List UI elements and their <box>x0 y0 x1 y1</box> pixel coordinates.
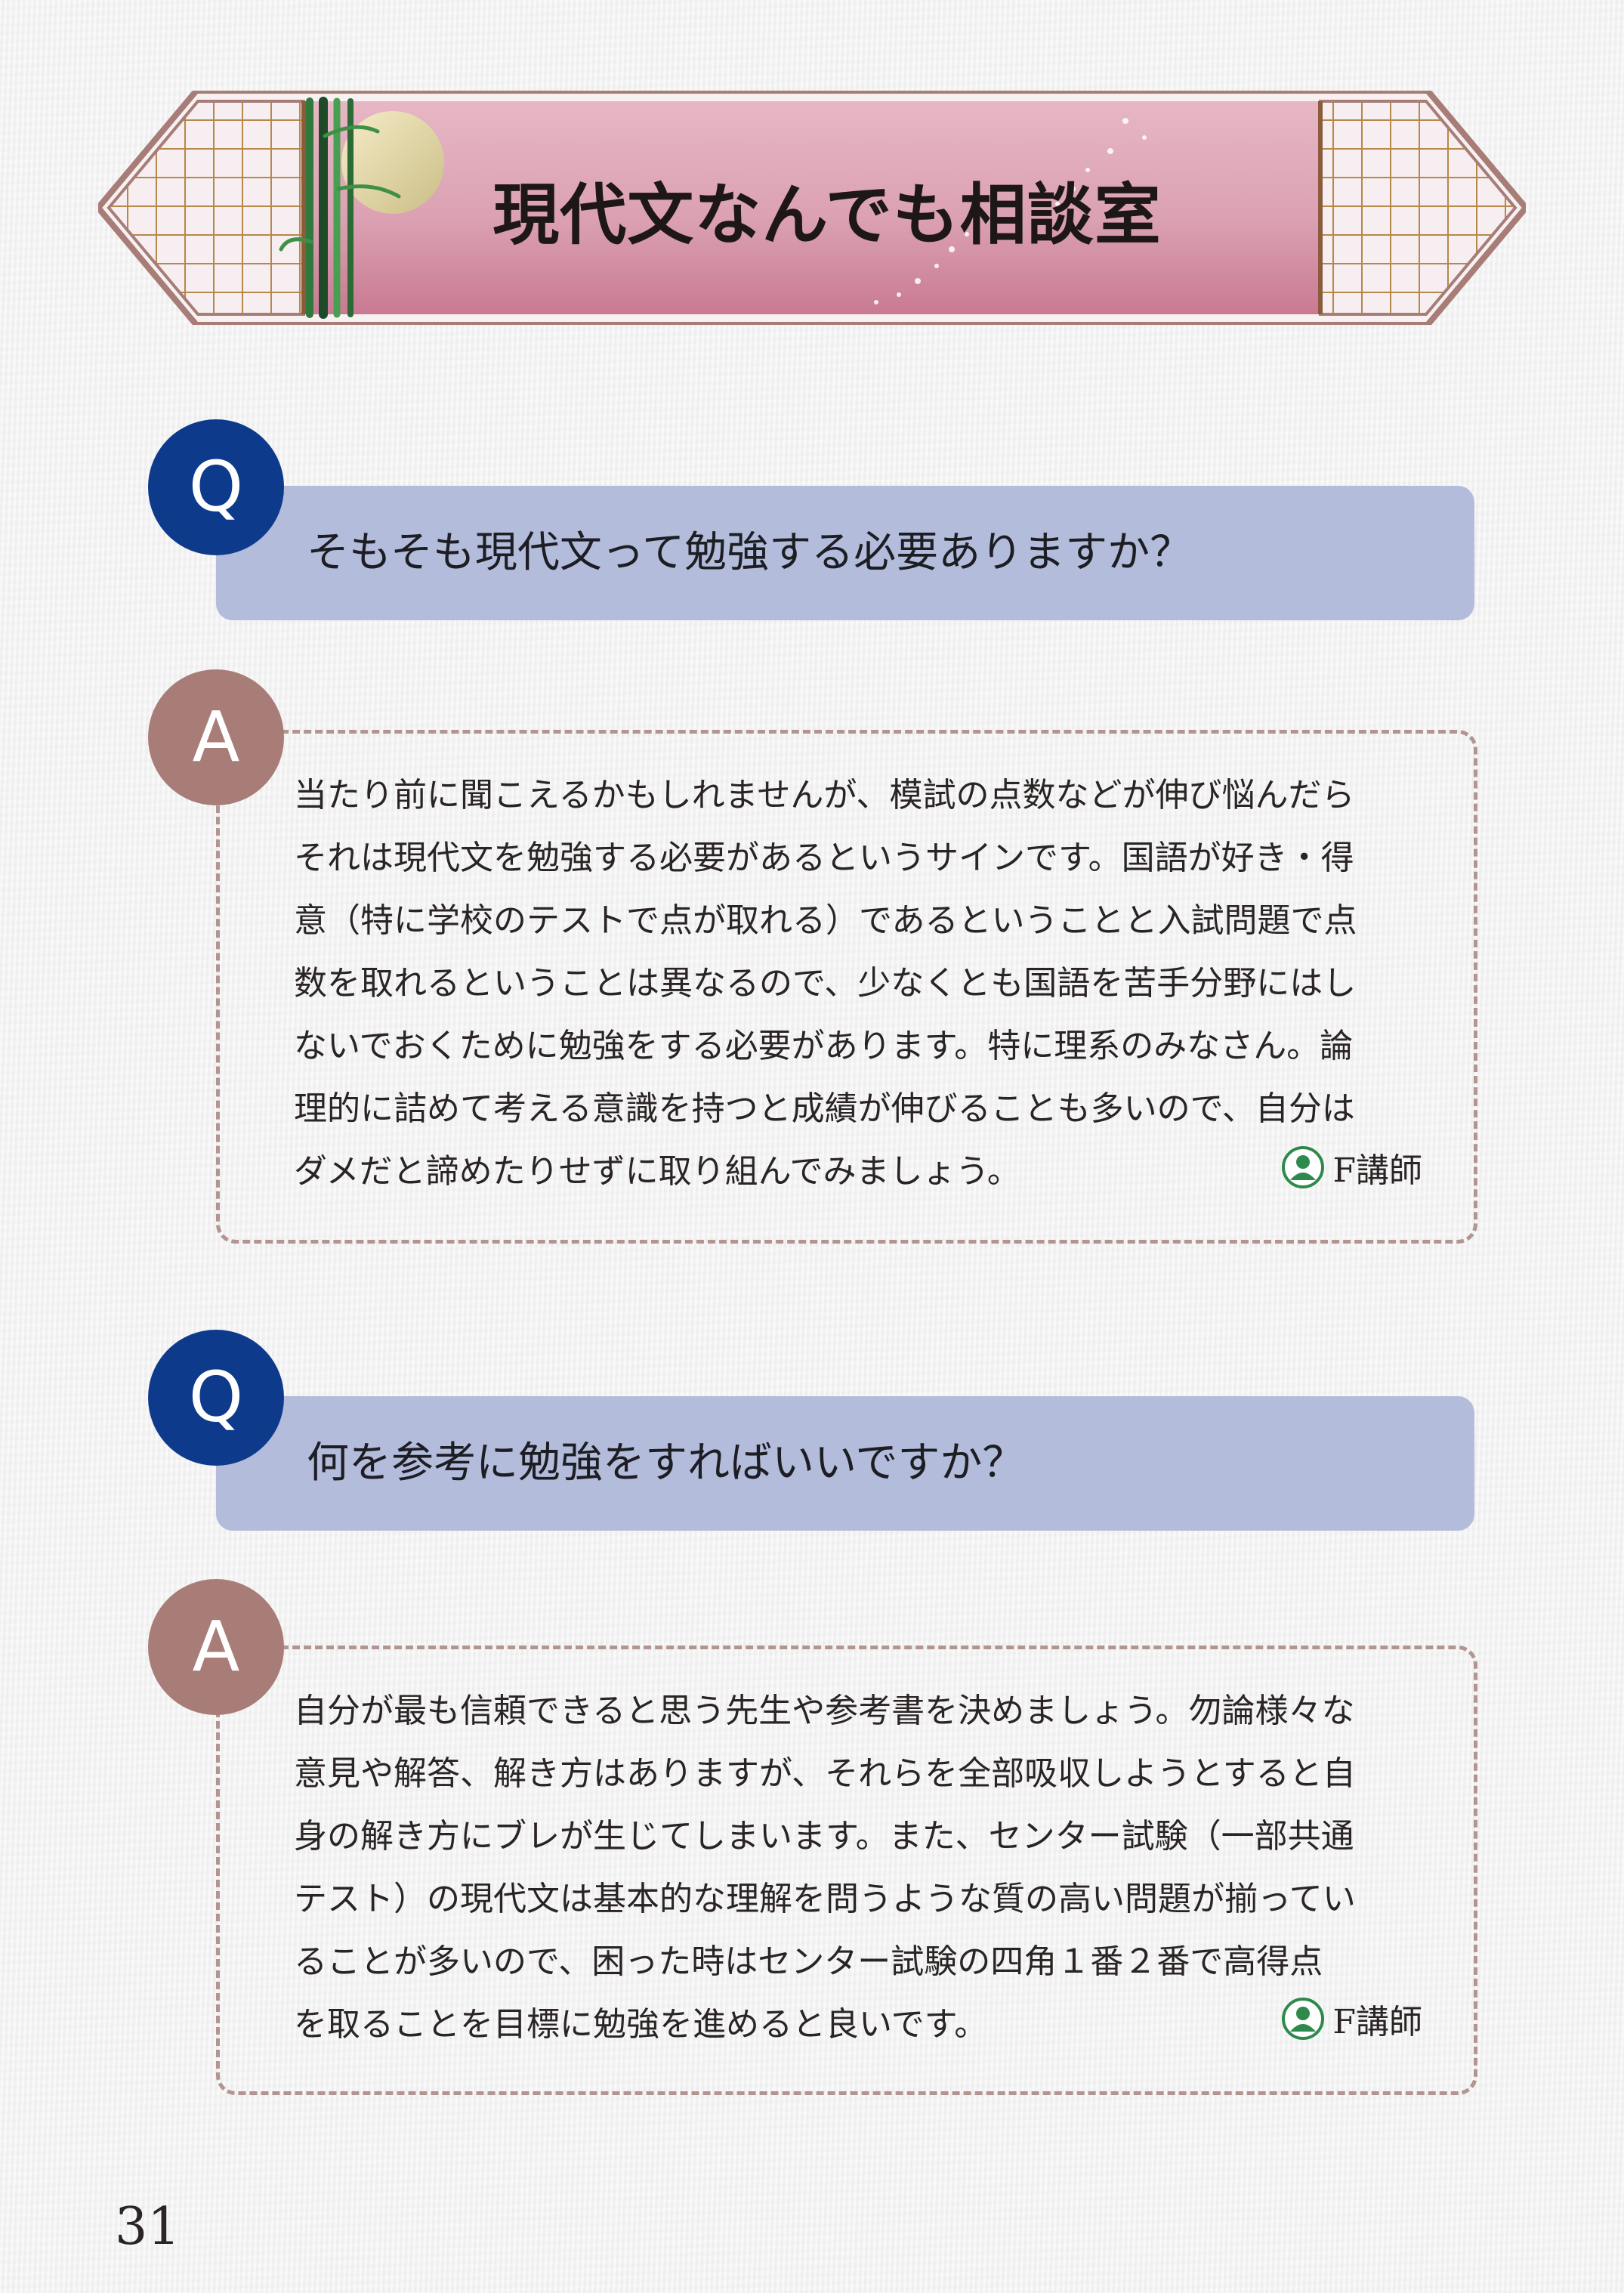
answer-line: 理的に詰めて考える意識を持つと成績が伸びることも多いので、自分は <box>294 1089 1355 1128</box>
page-number: 31 <box>115 2197 181 2257</box>
q-badge: Q <box>148 419 284 555</box>
person-icon <box>1282 1998 1325 2040</box>
answer-line: 当たり前に聞こえるかもしれませんが、模試の点数などが伸び悩んだら <box>294 776 1355 814</box>
question-text: そもそも現代文って勉強する必要ありますか？ <box>307 528 1193 577</box>
answer-line: テスト）の現代文は基本的な理解を問うような質の高い問題が揃ってい <box>294 1880 1356 1918</box>
q-badge: Q <box>148 1330 284 1466</box>
answer-text: 自分が最も信頼できると思う先生や参考書を決めましょう。勿論様々な 意見や解答、解… <box>294 1680 1434 2056</box>
answer-line: ダメだと諦めたりせずに取り組んでみましょう。 <box>294 1152 1020 1191</box>
answer-line: 意見や解答、解き方はありますが、それらを全部吸収しようとすると自 <box>294 1754 1356 1793</box>
page-title: 現代文なんでも相談室 <box>492 176 1162 254</box>
a-badge: A <box>148 669 284 805</box>
answer-line: それは現代文を勉強する必要があるというサインです。国語が好き・得 <box>294 839 1354 877</box>
answer-line: 数を取れるということは異なるので、少なくとも国語を苦手分野にはし <box>294 964 1357 1003</box>
answer-line: 意（特に学校のテストで点が取れる）であるということと入試問題で点 <box>294 901 1357 940</box>
teacher-name: F講師 <box>1332 2003 1422 2041</box>
a-badge: A <box>148 1579 284 1715</box>
answer-text: 当たり前に聞こえるかもしれませんが、模試の点数などが伸び悩んだら それは現代文を… <box>294 764 1434 1203</box>
question-bar: 何を参考に勉強をすればいいですか？ <box>216 1396 1474 1531</box>
question-bar: そもそも現代文って勉強する必要ありますか？ <box>216 486 1474 620</box>
teacher-name: F講師 <box>1332 1151 1422 1190</box>
title-banner: 現代文なんでも相談室 <box>98 91 1526 325</box>
answer-line: 自分が最も信頼できると思う先生や参考書を決めましょう。勿論様々な <box>294 1692 1355 1730</box>
person-icon <box>1282 1146 1325 1188</box>
teacher-signature: F講師 <box>1281 1995 1422 2043</box>
answer-line: を取ることを目標に勉強を進めると良いです。 <box>294 2005 988 2044</box>
question-text: 何を参考に勉強をすればいいですか？ <box>307 1439 1025 1488</box>
answer-line: ないでおくために勉強をする必要があります。特に理系のみなさん。論 <box>294 1027 1354 1065</box>
answer-box: 自分が最も信頼できると思う先生や参考書を決めましょう。勿論様々な 意見や解答、解… <box>216 1646 1477 2095</box>
answer-line: 身の解き方にブレが生じてしまいます。また、センター試験（一部共通 <box>294 1817 1354 1856</box>
answer-line: ることが多いので、困った時はセンター試験の四角１番２番で高得点 <box>294 1942 1323 1981</box>
answer-box: 当たり前に聞こえるかもしれませんが、模試の点数などが伸び悩んだら それは現代文を… <box>216 730 1477 1244</box>
teacher-signature: F講師 <box>1281 1143 1422 1191</box>
